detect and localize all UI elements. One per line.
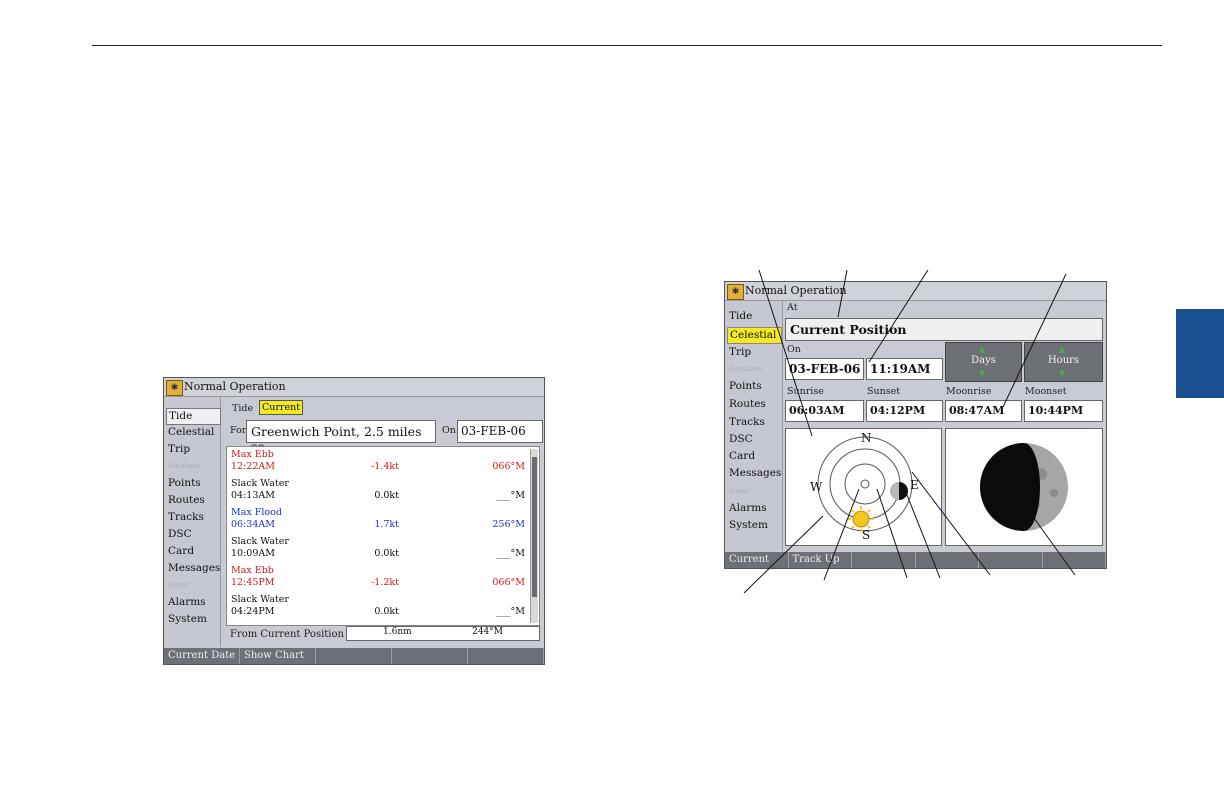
callout-line-4: [1002, 273, 1067, 408]
callout-line-8: [904, 489, 941, 579]
callout-line-9: [911, 471, 991, 576]
callout-line-10: [1030, 513, 1076, 576]
callout-line-3: [868, 269, 929, 363]
callout-line-1: [758, 269, 813, 437]
callout-line-6: [823, 488, 860, 581]
callout-lines: [743, 269, 1076, 594]
callout-line-5: [743, 515, 824, 594]
callout-line-7: [876, 488, 908, 579]
callout-line-2: [837, 269, 848, 318]
